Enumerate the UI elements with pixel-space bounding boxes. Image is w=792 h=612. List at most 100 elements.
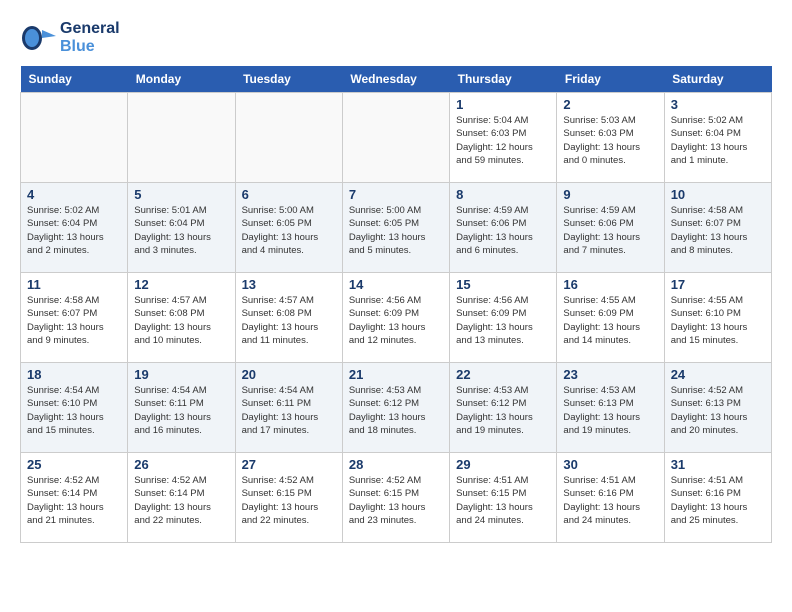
day-info: Sunrise: 4:55 AMSunset: 6:09 PMDaylight:… [563, 294, 657, 347]
day-info: Sunrise: 4:52 AMSunset: 6:15 PMDaylight:… [349, 474, 443, 527]
weekday-header-monday: Monday [128, 66, 235, 93]
day-number: 7 [349, 187, 443, 202]
day-info: Sunrise: 4:56 AMSunset: 6:09 PMDaylight:… [456, 294, 550, 347]
calendar-cell: 9 Sunrise: 4:59 AMSunset: 6:06 PMDaylight… [557, 183, 664, 273]
calendar-cell: 30 Sunrise: 4:51 AMSunset: 6:16 PMDayligh… [557, 453, 664, 543]
day-number: 15 [456, 277, 550, 292]
day-number: 22 [456, 367, 550, 382]
day-number: 8 [456, 187, 550, 202]
calendar-cell [21, 93, 128, 183]
calendar-week-3: 11 Sunrise: 4:58 AMSunset: 6:07 PMDayligh… [21, 273, 772, 363]
calendar-cell: 17Sunrise: 4:55 AMSunset: 6:10 PMDayligh… [664, 273, 771, 363]
day-info: Sunrise: 4:59 AMSunset: 6:06 PMDaylight:… [563, 204, 657, 257]
day-number: 21 [349, 367, 443, 382]
calendar-cell: 31Sunrise: 4:51 AMSunset: 6:16 PMDayligh… [664, 453, 771, 543]
day-number: 16 [563, 277, 657, 292]
calendar-cell: 4 Sunrise: 5:02 AMSunset: 6:04 PMDaylight… [21, 183, 128, 273]
day-number: 25 [27, 457, 121, 472]
calendar-cell: 2 Sunrise: 5:03 AMSunset: 6:03 PMDaylight… [557, 93, 664, 183]
calendar-cell: 3 Sunrise: 5:02 AMSunset: 6:04 PMDaylight… [664, 93, 771, 183]
calendar-cell: 11 Sunrise: 4:58 AMSunset: 6:07 PMDayligh… [21, 273, 128, 363]
calendar-cell: 8Sunrise: 4:59 AMSunset: 6:06 PMDaylight… [450, 183, 557, 273]
day-number: 30 [563, 457, 657, 472]
calendar-week-2: 4 Sunrise: 5:02 AMSunset: 6:04 PMDaylight… [21, 183, 772, 273]
day-info: Sunrise: 4:52 AMSunset: 6:14 PMDaylight:… [27, 474, 121, 527]
day-number: 27 [242, 457, 336, 472]
weekday-header-thursday: Thursday [450, 66, 557, 93]
calendar-cell: 7 Sunrise: 5:00 AMSunset: 6:05 PMDaylight… [342, 183, 449, 273]
day-info: Sunrise: 4:53 AMSunset: 6:13 PMDaylight:… [563, 384, 657, 437]
day-number: 2 [563, 97, 657, 112]
day-number: 5 [134, 187, 228, 202]
calendar-cell: 14 Sunrise: 4:56 AMSunset: 6:09 PMDayligh… [342, 273, 449, 363]
calendar-cell: 16 Sunrise: 4:55 AMSunset: 6:09 PMDayligh… [557, 273, 664, 363]
day-number: 6 [242, 187, 336, 202]
day-info: Sunrise: 5:04 AMSunset: 6:03 PMDaylight:… [456, 114, 550, 167]
weekday-header-sunday: Sunday [21, 66, 128, 93]
calendar-cell: 24 Sunrise: 4:52 AMSunset: 6:13 PMDayligh… [664, 363, 771, 453]
calendar-week-1: 1 Sunrise: 5:04 AMSunset: 6:03 PMDaylight… [21, 93, 772, 183]
day-number: 29 [456, 457, 550, 472]
day-info: Sunrise: 5:00 AMSunset: 6:05 PMDaylight:… [349, 204, 443, 257]
day-info: Sunrise: 4:54 AMSunset: 6:11 PMDaylight:… [242, 384, 336, 437]
day-info: Sunrise: 5:02 AMSunset: 6:04 PMDaylight:… [27, 204, 121, 257]
logo-line2: Blue [60, 38, 120, 56]
calendar-cell [235, 93, 342, 183]
calendar-cell: 18Sunrise: 4:54 AMSunset: 6:10 PMDayligh… [21, 363, 128, 453]
day-info: Sunrise: 4:53 AMSunset: 6:12 PMDaylight:… [349, 384, 443, 437]
calendar-cell: 5Sunrise: 5:01 AMSunset: 6:04 PMDaylight… [128, 183, 235, 273]
day-number: 10 [671, 187, 765, 202]
calendar-cell: 29 Sunrise: 4:51 AMSunset: 6:15 PMDayligh… [450, 453, 557, 543]
day-info: Sunrise: 4:52 AMSunset: 6:15 PMDaylight:… [242, 474, 336, 527]
calendar-cell [342, 93, 449, 183]
day-number: 12 [134, 277, 228, 292]
weekday-header-row: SundayMondayTuesdayWednesdayThursdayFrid… [21, 66, 772, 93]
weekday-header-saturday: Saturday [664, 66, 771, 93]
logo-bird-icon [20, 20, 56, 56]
day-number: 20 [242, 367, 336, 382]
day-number: 18 [27, 367, 121, 382]
weekday-header-wednesday: Wednesday [342, 66, 449, 93]
day-info: Sunrise: 5:00 AMSunset: 6:05 PMDaylight:… [242, 204, 336, 257]
day-number: 26 [134, 457, 228, 472]
logo: General Blue [20, 20, 120, 56]
calendar-cell: 28Sunrise: 4:52 AMSunset: 6:15 PMDayligh… [342, 453, 449, 543]
calendar-cell: 19Sunrise: 4:54 AMSunset: 6:11 PMDayligh… [128, 363, 235, 453]
calendar-cell: 20 Sunrise: 4:54 AMSunset: 6:11 PMDayligh… [235, 363, 342, 453]
day-info: Sunrise: 4:51 AMSunset: 6:16 PMDaylight:… [563, 474, 657, 527]
day-number: 24 [671, 367, 765, 382]
day-info: Sunrise: 4:58 AMSunset: 6:07 PMDaylight:… [27, 294, 121, 347]
day-info: Sunrise: 4:52 AMSunset: 6:13 PMDaylight:… [671, 384, 765, 437]
day-number: 14 [349, 277, 443, 292]
day-info: Sunrise: 5:03 AMSunset: 6:03 PMDaylight:… [563, 114, 657, 167]
day-number: 9 [563, 187, 657, 202]
day-number: 19 [134, 367, 228, 382]
calendar-cell: 1 Sunrise: 5:04 AMSunset: 6:03 PMDaylight… [450, 93, 557, 183]
weekday-header-friday: Friday [557, 66, 664, 93]
day-info: Sunrise: 4:58 AMSunset: 6:07 PMDaylight:… [671, 204, 765, 257]
day-number: 4 [27, 187, 121, 202]
header: General Blue [20, 20, 772, 56]
day-number: 1 [456, 97, 550, 112]
day-info: Sunrise: 4:51 AMSunset: 6:16 PMDaylight:… [671, 474, 765, 527]
day-info: Sunrise: 4:52 AMSunset: 6:14 PMDaylight:… [134, 474, 228, 527]
calendar-cell: 22 Sunrise: 4:53 AMSunset: 6:12 PMDayligh… [450, 363, 557, 453]
calendar-cell: 12 Sunrise: 4:57 AMSunset: 6:08 PMDayligh… [128, 273, 235, 363]
calendar-cell: 25 Sunrise: 4:52 AMSunset: 6:14 PMDayligh… [21, 453, 128, 543]
day-info: Sunrise: 4:57 AMSunset: 6:08 PMDaylight:… [242, 294, 336, 347]
calendar-cell: 21 Sunrise: 4:53 AMSunset: 6:12 PMDayligh… [342, 363, 449, 453]
logo-line1: General [60, 20, 120, 38]
day-info: Sunrise: 4:51 AMSunset: 6:15 PMDaylight:… [456, 474, 550, 527]
day-info: Sunrise: 4:55 AMSunset: 6:10 PMDaylight:… [671, 294, 765, 347]
day-info: Sunrise: 4:53 AMSunset: 6:12 PMDaylight:… [456, 384, 550, 437]
day-number: 13 [242, 277, 336, 292]
calendar: SundayMondayTuesdayWednesdayThursdayFrid… [20, 66, 772, 543]
day-info: Sunrise: 5:02 AMSunset: 6:04 PMDaylight:… [671, 114, 765, 167]
day-number: 3 [671, 97, 765, 112]
calendar-cell: 23Sunrise: 4:53 AMSunset: 6:13 PMDayligh… [557, 363, 664, 453]
day-info: Sunrise: 4:56 AMSunset: 6:09 PMDaylight:… [349, 294, 443, 347]
day-info: Sunrise: 4:57 AMSunset: 6:08 PMDaylight:… [134, 294, 228, 347]
day-number: 11 [27, 277, 121, 292]
calendar-cell: 26 Sunrise: 4:52 AMSunset: 6:14 PMDayligh… [128, 453, 235, 543]
weekday-header-tuesday: Tuesday [235, 66, 342, 93]
